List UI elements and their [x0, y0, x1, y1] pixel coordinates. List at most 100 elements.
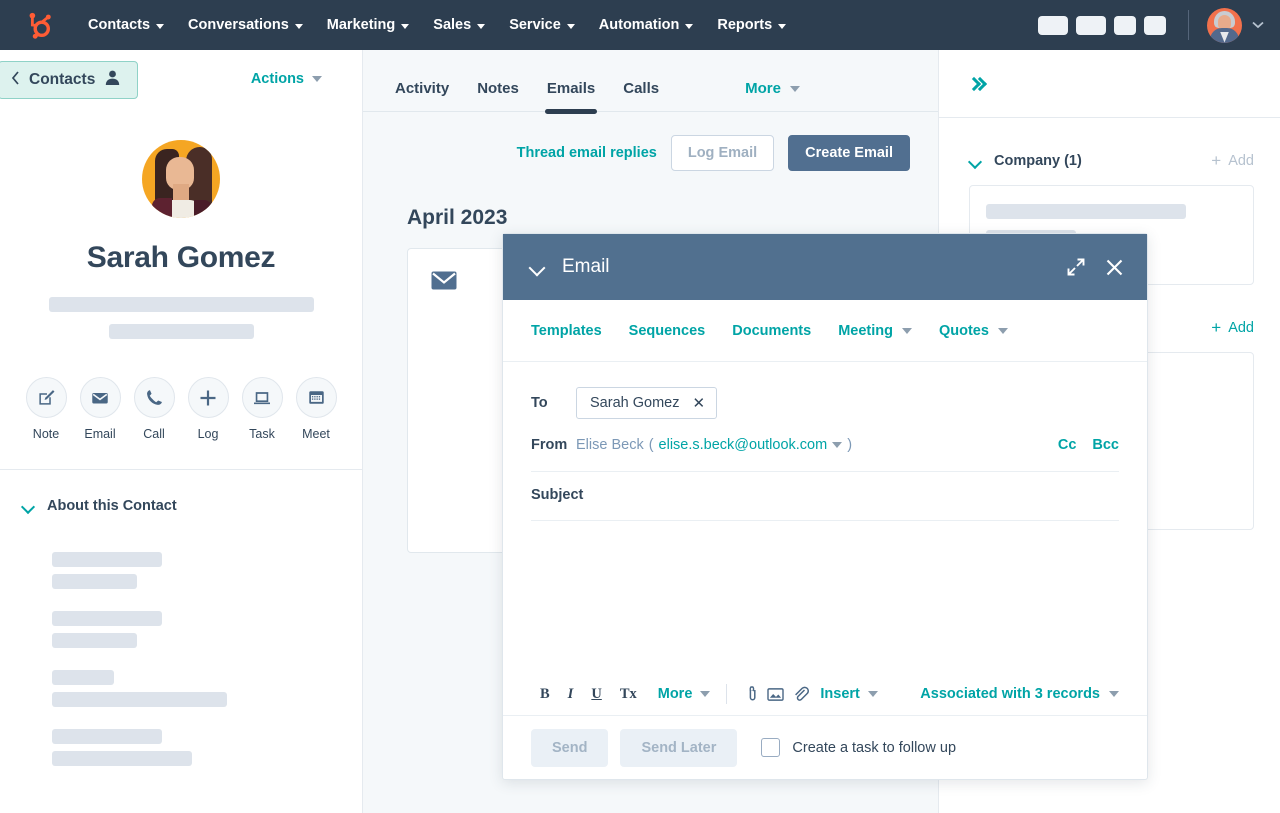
avatar-chevron-down-icon[interactable] [1252, 16, 1264, 34]
log-email-button[interactable]: Log Email [670, 135, 775, 171]
nav-placeholder-1[interactable] [1038, 15, 1068, 35]
format-more-label: More [657, 686, 693, 702]
email-body-editor[interactable] [503, 521, 1147, 673]
phone-icon [133, 377, 175, 418]
caret-down-icon [832, 441, 843, 448]
tab-notes[interactable]: Notes [463, 80, 533, 111]
chevron-down-icon[interactable] [529, 262, 545, 272]
avatar[interactable] [1207, 7, 1242, 43]
from-label: From [531, 436, 568, 453]
toolbar-divider [726, 684, 728, 704]
nav-item-contacts[interactable]: Contacts [76, 9, 176, 41]
link-icon[interactable] [743, 686, 758, 702]
nav-item-conversations[interactable]: Conversations [176, 9, 315, 41]
quick-action-task[interactable]: Task [241, 377, 283, 441]
bcc-button[interactable]: Bcc [1092, 437, 1119, 453]
close-icon[interactable] [1104, 257, 1125, 278]
skeleton-bar [52, 552, 162, 567]
nav-item-service[interactable]: Service [497, 9, 587, 41]
modal-title: Email [562, 256, 610, 277]
quick-action-meet[interactable]: Meet [295, 377, 337, 441]
from-selector[interactable]: Elise Beck ( elise.s.beck@outlook.com ) [576, 437, 852, 453]
actions-dropdown[interactable]: Actions [251, 71, 322, 87]
nav-item-automation[interactable]: Automation [587, 9, 706, 41]
add-association-button[interactable]: + Add [1211, 319, 1254, 336]
associated-records-dropdown[interactable]: Associated with 3 records [920, 686, 1119, 702]
hubspot-sprocket-icon[interactable] [10, 10, 66, 40]
nav-placeholder-2[interactable] [1076, 15, 1106, 35]
property-group [52, 611, 362, 648]
timeline-month-heading: April 2023 [407, 206, 508, 229]
skeleton-bar [52, 633, 137, 648]
quick-action-log[interactable]: Log [187, 377, 229, 441]
caret-down-icon [1109, 691, 1119, 697]
formatting-toolbar: B I U Tx More Insert Associated with 3 r… [503, 673, 1147, 715]
cc-button[interactable]: Cc [1058, 437, 1077, 453]
skeleton-bar [52, 611, 162, 626]
nav-item-label: Contacts [88, 17, 151, 33]
send-button[interactable]: Send [531, 728, 609, 767]
quick-action-row: Note Email Call Log Task Meet [0, 377, 362, 441]
nav-item-label: Automation [598, 17, 680, 33]
caret-down-icon [700, 691, 711, 697]
section-header: Company (1) + Add [969, 152, 1254, 169]
about-this-contact-toggle[interactable]: About this Contact [0, 470, 362, 514]
create-task-checkbox-wrapper[interactable]: Create a task to follow up [761, 738, 956, 757]
navbar-right-cluster [1030, 7, 1280, 43]
plus-icon: + [1211, 151, 1222, 170]
quick-action-call[interactable]: Call [133, 377, 175, 441]
paperclip-icon[interactable] [793, 686, 810, 702]
quick-action-note[interactable]: Note [25, 377, 67, 441]
format-more-dropdown[interactable]: More [658, 686, 711, 702]
quick-action-label: Task [249, 427, 275, 441]
quick-action-email[interactable]: Email [79, 377, 121, 441]
send-later-button[interactable]: Send Later [620, 728, 738, 767]
nav-item-marketing[interactable]: Marketing [315, 9, 422, 41]
nav-menu: Contacts Conversations Marketing Sales S… [76, 9, 798, 41]
add-label: Add [1228, 152, 1254, 169]
tab-emails[interactable]: Emails [533, 80, 609, 114]
double-chevron-right-icon[interactable] [966, 76, 988, 91]
plus-icon [187, 377, 229, 418]
underline-button[interactable]: U [582, 686, 610, 703]
composer-toolbar: Templates Sequences Documents Meeting Qu… [503, 300, 1147, 362]
subject-row[interactable]: Subject [531, 472, 1119, 521]
thread-email-replies-link[interactable]: Thread email replies [517, 145, 657, 161]
nav-placeholder-3[interactable] [1114, 15, 1136, 35]
create-task-checkbox[interactable] [761, 738, 781, 757]
tab-activity[interactable]: Activity [381, 80, 463, 111]
documents-button[interactable]: Documents [732, 323, 838, 339]
associations-header [939, 50, 1280, 118]
section-toggle[interactable]: Company (1) [969, 153, 1082, 169]
tab-more[interactable]: More [731, 80, 814, 111]
contact-avatar[interactable] [142, 140, 220, 218]
create-email-button[interactable]: Create Email [788, 135, 910, 171]
add-company-button[interactable]: + Add [1211, 152, 1254, 169]
actions-label: Actions [250, 71, 304, 87]
quotes-label: Quotes [938, 322, 989, 339]
note-pencil-icon [25, 377, 67, 418]
nav-item-reports[interactable]: Reports [705, 9, 798, 41]
italic-button[interactable]: I [559, 686, 583, 703]
sequences-button[interactable]: Sequences [629, 323, 733, 339]
skeleton-bar [108, 324, 254, 339]
bold-button[interactable]: B [531, 686, 559, 703]
image-icon[interactable] [767, 687, 785, 702]
recipient-chip[interactable]: Sarah Gomez ✕ [576, 387, 718, 419]
back-to-contacts-button[interactable]: Contacts [0, 61, 139, 99]
chevron-down-icon [566, 23, 575, 29]
contact-sidebar: Contacts Actions Sarah Gomez Note Email … [0, 50, 363, 813]
nav-item-sales[interactable]: Sales [421, 9, 497, 41]
clear-format-button[interactable]: Tx [611, 686, 646, 703]
chevron-down-icon [477, 23, 486, 29]
templates-button[interactable]: Templates [531, 323, 629, 339]
expand-diagonal-icon[interactable] [1066, 257, 1086, 277]
skeleton-bar [48, 297, 314, 312]
insert-dropdown[interactable]: Insert [820, 686, 878, 702]
nav-placeholder-4[interactable] [1144, 15, 1166, 35]
from-row: From Elise Beck ( elise.s.beck@outlook.c… [531, 434, 1119, 472]
tab-calls[interactable]: Calls [609, 80, 673, 111]
meeting-dropdown[interactable]: Meeting [838, 323, 939, 339]
quotes-dropdown[interactable]: Quotes [939, 323, 1035, 339]
remove-recipient-icon[interactable]: ✕ [692, 396, 705, 411]
